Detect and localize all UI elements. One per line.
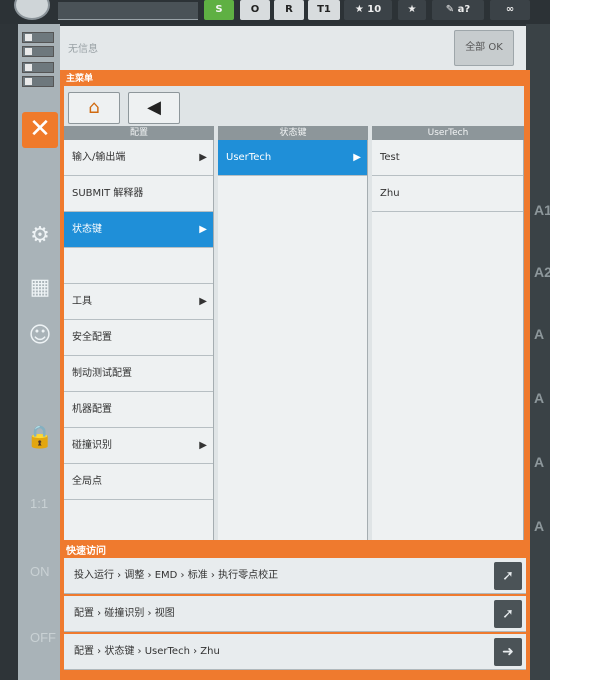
status-led-3 (22, 62, 54, 73)
menu-item-global-points[interactable]: 全局点 (64, 464, 213, 500)
incremental-button[interactable]: ∞ (490, 0, 530, 20)
on-label: ON (30, 564, 50, 579)
message-text: 无信息 (68, 44, 98, 55)
menu-item-safety-config[interactable]: 安全配置 (64, 320, 213, 356)
status-led-2 (22, 46, 54, 57)
override-speed-button[interactable]: ★ 10 (344, 0, 392, 20)
chevron-right-icon: ▶ (199, 296, 207, 307)
quick-access-path: 配置 › 碰撞识别 › 视图 (74, 608, 175, 619)
quick-access-title: 快速访问 (66, 546, 106, 557)
menu-item-machine-config[interactable]: 机器配置 (64, 392, 213, 428)
quick-access-row-collision-view[interactable]: 配置 › 碰撞识别 › 视图 ➚ (64, 596, 526, 632)
off-label: OFF (30, 630, 56, 645)
robot-interpreter-button[interactable]: R (274, 0, 304, 20)
quick-access-path: 配置 › 状态键 › UserTech › Zhu (74, 646, 220, 657)
chevron-right-icon: ▶ (199, 440, 207, 451)
chevron-right-icon: ▶ (199, 224, 207, 235)
drive-status-button[interactable]: O (240, 0, 270, 20)
menu-item-test[interactable]: Test (372, 140, 523, 176)
axis-label-1: A1 (534, 202, 550, 218)
status-keys-column: UserTech ▶ (218, 140, 368, 540)
tool-icon: ✎ (445, 4, 455, 15)
status-led-4 (22, 76, 54, 87)
pin-icon[interactable]: ➚ (494, 600, 522, 628)
gear-icon[interactable]: ⚙ (26, 222, 54, 250)
user-icon[interactable]: ☺ (26, 322, 54, 350)
pin-icon[interactable]: ➚ (494, 562, 522, 590)
axis-label-2: A2 (534, 264, 550, 280)
sensor-icon[interactable]: ▦ (26, 274, 54, 302)
usertech-column: Test Zhu (372, 140, 524, 540)
axis-label-6: A (534, 518, 545, 534)
menu-item-status-keys[interactable]: 状态键 ▶ (64, 212, 213, 248)
speed-value: 10 (367, 4, 382, 15)
tool-base-label: a? (457, 4, 471, 15)
jog-mode-icon[interactable]: ★ (398, 0, 426, 20)
robot-status-icon[interactable] (14, 0, 50, 20)
menu-item-usertech[interactable]: UserTech ▶ (218, 140, 367, 176)
quick-access-row-usertech-zhu[interactable]: 配置 › 状态键 › UserTech › Zhu ➜ (64, 634, 526, 670)
quick-access-panel: 快速访问 投入运行 › 调整 › EMD › 标准 › 执行零点校正 ➚ 配置 … (60, 540, 530, 680)
status-led-1 (22, 32, 54, 43)
menu-item-tools[interactable]: 工具 ▶ (64, 284, 213, 320)
chevron-right-icon: ▶ (199, 152, 207, 163)
program-name-field[interactable] (58, 2, 198, 20)
main-menu-title: 主菜单 (66, 74, 94, 84)
chevron-right-icon: ▶ (353, 152, 361, 163)
submit-status-button[interactable]: S (204, 0, 234, 20)
message-window: 无信息 全部 OK (60, 26, 526, 72)
menu-item-collision[interactable]: 碰撞识别 ▶ (64, 428, 213, 464)
operating-mode-button[interactable]: T1 (308, 0, 340, 20)
menu-item-blank[interactable] (64, 248, 213, 284)
smartpad-screen: S O R T1 ★ 10 ★ ✎ a? ∞ ✕ ⚙ ▦ ☺ 🔒 1:1 ON … (0, 0, 550, 680)
speed-icon: ★ (354, 4, 364, 15)
column-header-usertech: UserTech (372, 126, 524, 140)
menu-item-io[interactable]: 输入/输出端 ▶ (64, 140, 213, 176)
axis-label-4: A (534, 390, 545, 406)
close-icon[interactable]: ✕ (22, 112, 58, 148)
ratio-label: 1:1 (30, 496, 49, 511)
axis-label-3: A (534, 326, 545, 342)
config-column: 输入/输出端 ▶ SUBMIT 解释器 状态键 ▶ 工具 ▶ 安全配置 制动测试配置 … (64, 140, 214, 540)
tool-base-button[interactable]: ✎ a? (432, 0, 484, 20)
home-icon[interactable]: ⌂ (68, 92, 120, 124)
column-header-config: 配置 (64, 126, 214, 140)
main-menu-body: ⌂ ◀ 配置 状态键 UserTech 输入/输出端 ▶ SUBMIT 解释器 状… (64, 86, 524, 540)
back-arrow-icon[interactable]: ◀ (128, 92, 180, 124)
status-bar: S O R T1 ★ 10 ★ ✎ a? ∞ (0, 0, 550, 24)
all-ok-button[interactable]: 全部 OK (454, 30, 514, 66)
column-header-status-keys: 状态键 (218, 126, 368, 140)
lock-icon[interactable]: 🔒 (26, 424, 54, 452)
quick-access-row-mastering[interactable]: 投入运行 › 调整 › EMD › 标准 › 执行零点校正 ➚ (64, 558, 526, 594)
menu-item-submit[interactable]: SUBMIT 解释器 (64, 176, 213, 212)
pin-icon[interactable]: ➜ (494, 638, 522, 666)
menu-item-brake-test[interactable]: 制动测试配置 (64, 356, 213, 392)
menu-item-zhu[interactable]: Zhu (372, 176, 523, 212)
axis-label-5: A (534, 454, 545, 470)
main-menu-window: 主菜单 ⌂ ◀ 配置 状态键 UserTech 输入/输出端 ▶ SUBMIT 解… (60, 70, 530, 550)
quick-access-path: 投入运行 › 调整 › EMD › 标准 › 执行零点校正 (74, 570, 279, 581)
